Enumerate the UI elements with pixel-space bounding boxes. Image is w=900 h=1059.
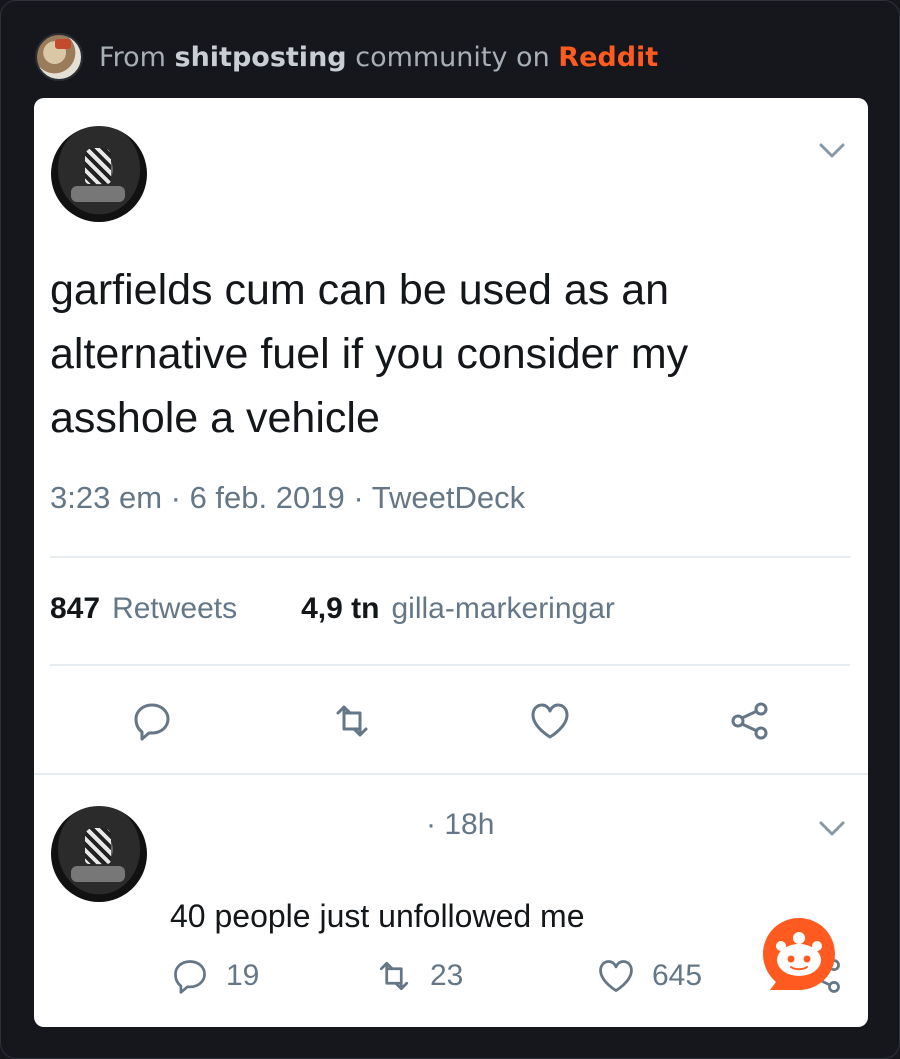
reply-icon: [174, 960, 206, 994]
reply-author-avatar[interactable]: [51, 806, 147, 902]
reply-time-value: 18h: [444, 808, 495, 841]
reply-reply-button[interactable]: 19: [170, 956, 259, 996]
retweets-count: 847: [50, 592, 101, 625]
source-bar[interactable]: From shitposting community on Reddit: [35, 31, 658, 83]
tweet-stats: 847 Retweets 4,9 tn gilla-markeringar: [50, 592, 615, 626]
reply-time[interactable]: · 18h: [426, 808, 494, 842]
share-button[interactable]: [728, 699, 772, 743]
chevron-down-icon[interactable]: [818, 820, 846, 838]
share-icon: [731, 702, 768, 740]
tweet-client[interactable]: TweetDeck: [372, 480, 525, 515]
like-button[interactable]: [528, 699, 572, 743]
platform-name[interactable]: Reddit: [558, 42, 658, 73]
reply-likes-count: 645: [652, 959, 703, 992]
divider: [50, 664, 850, 666]
tweet-card: garfields cum can be used as an alternat…: [34, 98, 868, 1027]
tweet-text: garfields cum can be used as an alternat…: [50, 266, 689, 442]
community-name[interactable]: shitposting: [175, 42, 347, 73]
reply-icon: [134, 703, 170, 741]
source-prefix: From: [99, 41, 166, 73]
reply-replies-count: 19: [226, 959, 260, 992]
tweet-meta: 3:23 em · 6 feb. 2019 · TweetDeck: [50, 480, 525, 516]
tweet-time[interactable]: 3:23 em: [50, 480, 162, 515]
source-text: From shitposting community on Reddit: [99, 42, 658, 73]
meta-separator: ·: [170, 480, 190, 515]
retweet-icon: [379, 961, 409, 991]
reply-button[interactable]: [130, 699, 174, 743]
embed-frame: From shitposting community on Reddit gar…: [0, 0, 900, 1059]
like-icon: [599, 960, 633, 992]
reply-like-button[interactable]: 645: [596, 956, 702, 996]
tweet-date[interactable]: 6 feb. 2019: [190, 480, 345, 515]
likes-stat[interactable]: 4,9 tn gilla-markeringar: [301, 592, 615, 626]
reply-retweets-count: 23: [430, 959, 464, 992]
source-middle: community on: [355, 41, 550, 73]
meta-separator: ·: [353, 480, 372, 515]
retweets-label: Retweets: [112, 592, 238, 625]
likes-count: 4,9 tn: [301, 592, 380, 625]
author-avatar[interactable]: [51, 126, 147, 222]
reddit-snoo-icon: [763, 918, 835, 990]
like-icon: [531, 703, 569, 739]
community-avatar[interactable]: [35, 33, 83, 81]
retweet-button[interactable]: [330, 699, 374, 743]
chevron-down-icon[interactable]: [818, 142, 846, 160]
divider: [50, 556, 850, 558]
retweet-icon: [336, 705, 368, 737]
reply-text: 40 people just unfollowed me: [170, 898, 585, 934]
divider: [34, 773, 868, 775]
reply-retweet-button[interactable]: 23: [374, 956, 463, 996]
retweets-stat[interactable]: 847 Retweets: [50, 592, 237, 626]
likes-label: gilla-markeringar: [391, 592, 615, 625]
